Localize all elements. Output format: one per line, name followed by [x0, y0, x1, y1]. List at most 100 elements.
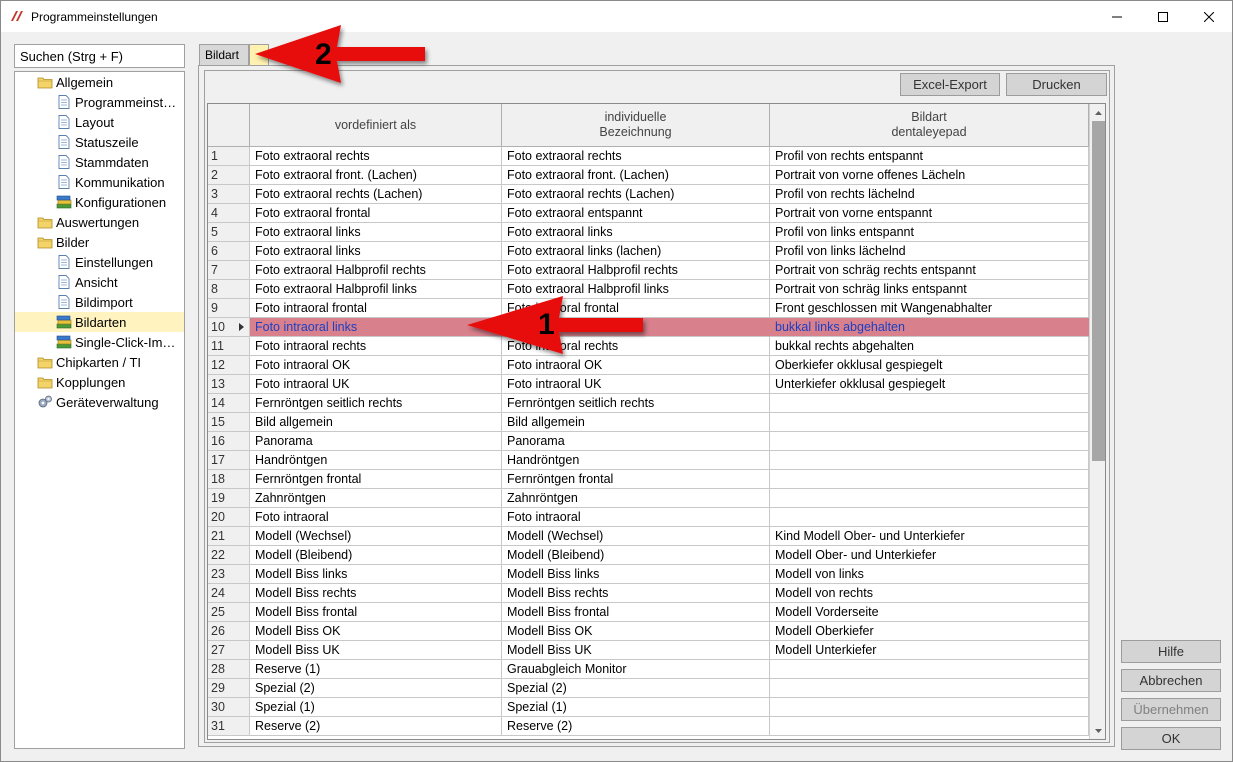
- table-cell[interactable]: Bild allgemein: [250, 413, 502, 432]
- table-cell[interactable]: Foto intraoral: [502, 508, 770, 527]
- table-cell[interactable]: Foto extraoral Halbprofil rechts: [250, 261, 502, 280]
- scrollbar-thumb[interactable]: [1092, 121, 1105, 461]
- table-cell[interactable]: Foto extraoral links: [250, 223, 502, 242]
- table-cell[interactable]: Panorama: [502, 432, 770, 451]
- tree-item-kommunikation[interactable]: Kommunikation: [56, 172, 184, 192]
- table-row[interactable]: 26 Modell Biss OK Modell Biss OK Modell Obe…: [208, 622, 1089, 641]
- table-cell[interactable]: Modell von rechts: [770, 584, 1089, 603]
- table-cell[interactable]: Modell Oberkiefer: [770, 622, 1089, 641]
- table-cell[interactable]: Fernröntgen seitlich rechts: [250, 394, 502, 413]
- table-cell[interactable]: Profil von rechts entspannt: [770, 147, 1089, 166]
- table-cell[interactable]: Portrait von vorne offenes Lächeln: [770, 166, 1089, 185]
- table-row[interactable]: 8 Foto extraoral Halbprofil links Foto ext…: [208, 280, 1089, 299]
- tree-item-allgemein[interactable]: Allgemein: [37, 72, 184, 92]
- table-cell[interactable]: Modell Biss OK: [502, 622, 770, 641]
- table-row[interactable]: 13 Foto intraoral UK Foto intraoral UK Unte…: [208, 375, 1089, 394]
- table-cell[interactable]: Spezial (2): [502, 679, 770, 698]
- header-vordefiniert[interactable]: vordefiniert als: [250, 104, 502, 147]
- table-row[interactable]: 18 Fernröntgen frontal Fernröntgen frontal: [208, 470, 1089, 489]
- tree-item-einstellungen[interactable]: Einstellungen: [56, 252, 184, 272]
- table-cell[interactable]: Foto intraoral links: [250, 318, 502, 337]
- table-cell[interactable]: Foto extraoral rechts (Lachen): [502, 185, 770, 204]
- table-row[interactable]: 27 Modell Biss UK Modell Biss UK Modell Unt…: [208, 641, 1089, 660]
- table-row[interactable]: 15 Bild allgemein Bild allgemein: [208, 413, 1089, 432]
- table-row[interactable]: 11 Foto intraoral rechts Foto intraoral re…: [208, 337, 1089, 356]
- table-row[interactable]: 25 Modell Biss frontal Modell Biss frontal…: [208, 603, 1089, 622]
- table-cell[interactable]: Fernröntgen seitlich rechts: [502, 394, 770, 413]
- tree-item-kopplungen[interactable]: Kopplungen: [37, 372, 184, 392]
- table-cell[interactable]: Spezial (1): [250, 698, 502, 717]
- table-cell[interactable]: [770, 394, 1089, 413]
- table-row[interactable]: 3 Foto extraoral rechts (Lachen) Foto extr…: [208, 185, 1089, 204]
- print-button[interactable]: Drucken: [1006, 73, 1107, 96]
- table-cell[interactable]: Handröntgen: [250, 451, 502, 470]
- table-row[interactable]: 23 Modell Biss links Modell Biss links Mode…: [208, 565, 1089, 584]
- table-cell[interactable]: [770, 508, 1089, 527]
- table-cell[interactable]: Foto extraoral Halbprofil rechts: [502, 261, 770, 280]
- table-cell[interactable]: Foto extraoral front. (Lachen): [502, 166, 770, 185]
- table-cell[interactable]: Portrait von schräg rechts entspannt: [770, 261, 1089, 280]
- table-cell[interactable]: bukkal rechts abgehalten: [770, 337, 1089, 356]
- tree-item-geräteverwaltung[interactable]: Geräteverwaltung: [37, 392, 184, 412]
- table-cell[interactable]: Foto extraoral Halbprofil links: [502, 280, 770, 299]
- table-cell[interactable]: Modell Biss frontal: [250, 603, 502, 622]
- table-cell[interactable]: Modell Biss UK: [250, 641, 502, 660]
- table-cell[interactable]: Front geschlossen mit Wangenabhalter: [770, 299, 1089, 318]
- table-cell[interactable]: Foto extraoral entspannt: [502, 204, 770, 223]
- table-cell[interactable]: Portrait von schräg links entspannt: [770, 280, 1089, 299]
- table-cell[interactable]: Spezial (1): [502, 698, 770, 717]
- table-cell[interactable]: Profil von rechts lächelnd: [770, 185, 1089, 204]
- table-row[interactable]: 7 Foto extraoral Halbprofil rechts Foto ex…: [208, 261, 1089, 280]
- table-cell[interactable]: Modell Biss links: [502, 565, 770, 584]
- tree-item-layout[interactable]: Layout: [56, 112, 184, 132]
- table-row[interactable]: 17 Handröntgen Handröntgen: [208, 451, 1089, 470]
- table-cell[interactable]: [770, 413, 1089, 432]
- scroll-up-button[interactable]: [1090, 104, 1105, 121]
- table-cell[interactable]: Zahnröntgen: [502, 489, 770, 508]
- vertical-scrollbar[interactable]: [1089, 104, 1105, 739]
- maximize-button[interactable]: [1140, 1, 1186, 32]
- table-cell[interactable]: Modell Biss links: [250, 565, 502, 584]
- table-row[interactable]: 20 Foto intraoral Foto intraoral: [208, 508, 1089, 527]
- table-cell[interactable]: Foto extraoral links (lachen): [502, 242, 770, 261]
- table-cell[interactable]: Panorama: [250, 432, 502, 451]
- tree-item-bilder[interactable]: Bilder: [37, 232, 184, 252]
- table-row[interactable]: 21 Modell (Wechsel) Modell (Wechsel) Kind M…: [208, 527, 1089, 546]
- tree-item-auswertungen[interactable]: Auswertungen: [37, 212, 184, 232]
- table-row[interactable]: 22 Modell (Bleibend) Modell (Bleibend) Mode…: [208, 546, 1089, 565]
- cancel-button[interactable]: Abbrechen: [1121, 669, 1221, 692]
- table-row[interactable]: 5 Foto extraoral links Foto extraoral link…: [208, 223, 1089, 242]
- table-cell[interactable]: bukkal links abgehalten: [770, 318, 1089, 337]
- table-row[interactable]: 31 Reserve (2) Reserve (2): [208, 717, 1089, 736]
- tree-item-bildarten[interactable]: Bildarten: [15, 312, 184, 332]
- table-cell[interactable]: [770, 698, 1089, 717]
- table-cell[interactable]: Foto extraoral frontal: [250, 204, 502, 223]
- table-cell[interactable]: Modell von links: [770, 565, 1089, 584]
- tab-second[interactable]: [249, 44, 269, 65]
- table-cell[interactable]: [770, 660, 1089, 679]
- table-cell[interactable]: [770, 470, 1089, 489]
- tree-item-konfigurationen[interactable]: Konfigurationen: [56, 192, 184, 212]
- table-cell[interactable]: Profil von links entspannt: [770, 223, 1089, 242]
- table-cell[interactable]: Zahnröntgen: [250, 489, 502, 508]
- table-cell[interactable]: Foto extraoral front. (Lachen): [250, 166, 502, 185]
- tree-item-stammdaten[interactable]: Stammdaten: [56, 152, 184, 172]
- table-cell[interactable]: Oberkiefer okklusal gespiegelt: [770, 356, 1089, 375]
- table-cell[interactable]: Spezial (2): [250, 679, 502, 698]
- table-row[interactable]: 1 Foto extraoral rechts Foto extraoral rec…: [208, 147, 1089, 166]
- tree-item-statuszeile[interactable]: Statuszeile: [56, 132, 184, 152]
- apply-button[interactable]: Übernehmen: [1121, 698, 1221, 721]
- tree-item-chipkarten-ti[interactable]: Chipkarten / TI: [37, 352, 184, 372]
- ok-button[interactable]: OK: [1121, 727, 1221, 750]
- table-cell[interactable]: Foto intraoral: [250, 508, 502, 527]
- table-row[interactable]: 14 Fernröntgen seitlich rechts Fernröntgen…: [208, 394, 1089, 413]
- table-cell[interactable]: Modell Unterkiefer: [770, 641, 1089, 660]
- close-button[interactable]: [1186, 1, 1232, 32]
- table-row[interactable]: 6 Foto extraoral links Foto extraoral link…: [208, 242, 1089, 261]
- table-cell[interactable]: Foto extraoral rechts: [502, 147, 770, 166]
- table-cell[interactable]: Portrait von vorne entspannt: [770, 204, 1089, 223]
- table-cell[interactable]: Reserve (2): [502, 717, 770, 736]
- table-row[interactable]: 30 Spezial (1) Spezial (1): [208, 698, 1089, 717]
- table-cell[interactable]: Foto intraoral rechts: [250, 337, 502, 356]
- table-cell[interactable]: Modell Ober- und Unterkiefer: [770, 546, 1089, 565]
